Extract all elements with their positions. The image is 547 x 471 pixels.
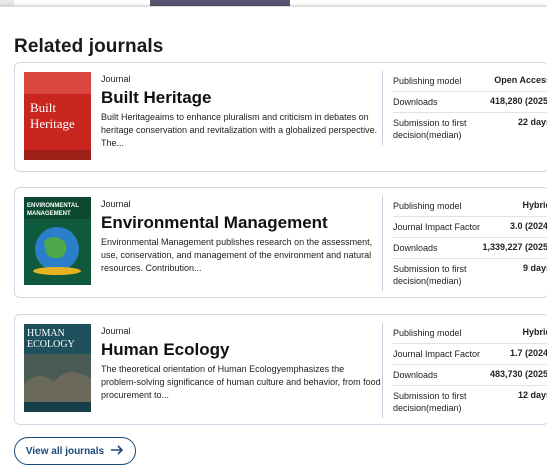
metric-row: Submission to first decision(median) 22 … <box>393 117 547 140</box>
metric-row: Publishing model Hybrid <box>393 196 547 217</box>
journal-title-link[interactable]: Human Ecology <box>101 340 229 360</box>
journal-kicker: Journal <box>101 74 131 84</box>
journal-cover-image[interactable]: ENVIRONMENTAL MANAGEMENT <box>24 197 91 285</box>
journal-metrics: Publishing model Hybrid Journal Impact F… <box>382 196 547 291</box>
journal-kicker: Journal <box>101 199 131 209</box>
journal-metrics: Publishing model Open Access Downloads 4… <box>382 71 547 145</box>
journal-card-human-ecology[interactable]: HUMAN ECOLOGY Journal Human Ecology The … <box>14 314 547 425</box>
journal-description: The theoretical orientation of Human Eco… <box>101 364 381 400</box>
metric-row: Downloads 418,280 (2025) <box>393 92 547 113</box>
view-all-journals-button[interactable]: View all journals <box>14 437 136 465</box>
svg-text:Heritage: Heritage <box>30 116 75 131</box>
cover-title: Built <box>30 100 56 115</box>
journal-description: Built Heritageaims to enhance pluralism … <box>101 112 378 148</box>
metric-row: Journal Impact Factor 1.7 (2024) <box>393 344 547 365</box>
metric-row: Journal Impact Factor 3.0 (2024) <box>393 217 547 238</box>
metric-row: Publishing model Hybrid <box>393 323 547 344</box>
view-all-label: View all journals <box>25 445 105 457</box>
journal-cover-image[interactable]: Built Heritage <box>24 72 91 160</box>
journal-title-link[interactable]: Built Heritage <box>101 88 212 108</box>
journal-cover-image[interactable]: HUMAN ECOLOGY <box>24 324 91 412</box>
svg-text:MANAGEMENT: MANAGEMENT <box>27 211 71 217</box>
journal-card-environmental-management[interactable]: ENVIRONMENTAL MANAGEMENT Journal Environ… <box>14 187 547 298</box>
metric-row: Submission to first decision(median) 12 … <box>393 390 547 413</box>
journal-metrics: Publishing model Hybrid Journal Impact F… <box>382 323 547 418</box>
journal-kicker: Journal <box>101 326 131 336</box>
metric-row: Publishing model Open Access <box>393 71 547 92</box>
metric-row: Downloads 1,339,227 (2025) <box>393 238 547 259</box>
metric-row: Downloads 483,730 (2025) <box>393 365 547 386</box>
journal-description: Environmental Management publishes resea… <box>101 237 373 273</box>
metric-row: Submission to first decision(median) 9 d… <box>393 263 547 286</box>
journal-card-built-heritage[interactable]: Built Heritage Journal Built Heritage Bu… <box>14 62 547 172</box>
svg-text:ENVIRONMENTAL: ENVIRONMENTAL <box>27 203 79 209</box>
svg-text:ECOLOGY: ECOLOGY <box>27 339 75 350</box>
journal-title-link[interactable]: Environmental Management <box>101 213 328 233</box>
arrow-right-icon <box>110 444 124 458</box>
svg-text:HUMAN: HUMAN <box>27 328 65 339</box>
section-title: Related journals <box>14 36 164 57</box>
